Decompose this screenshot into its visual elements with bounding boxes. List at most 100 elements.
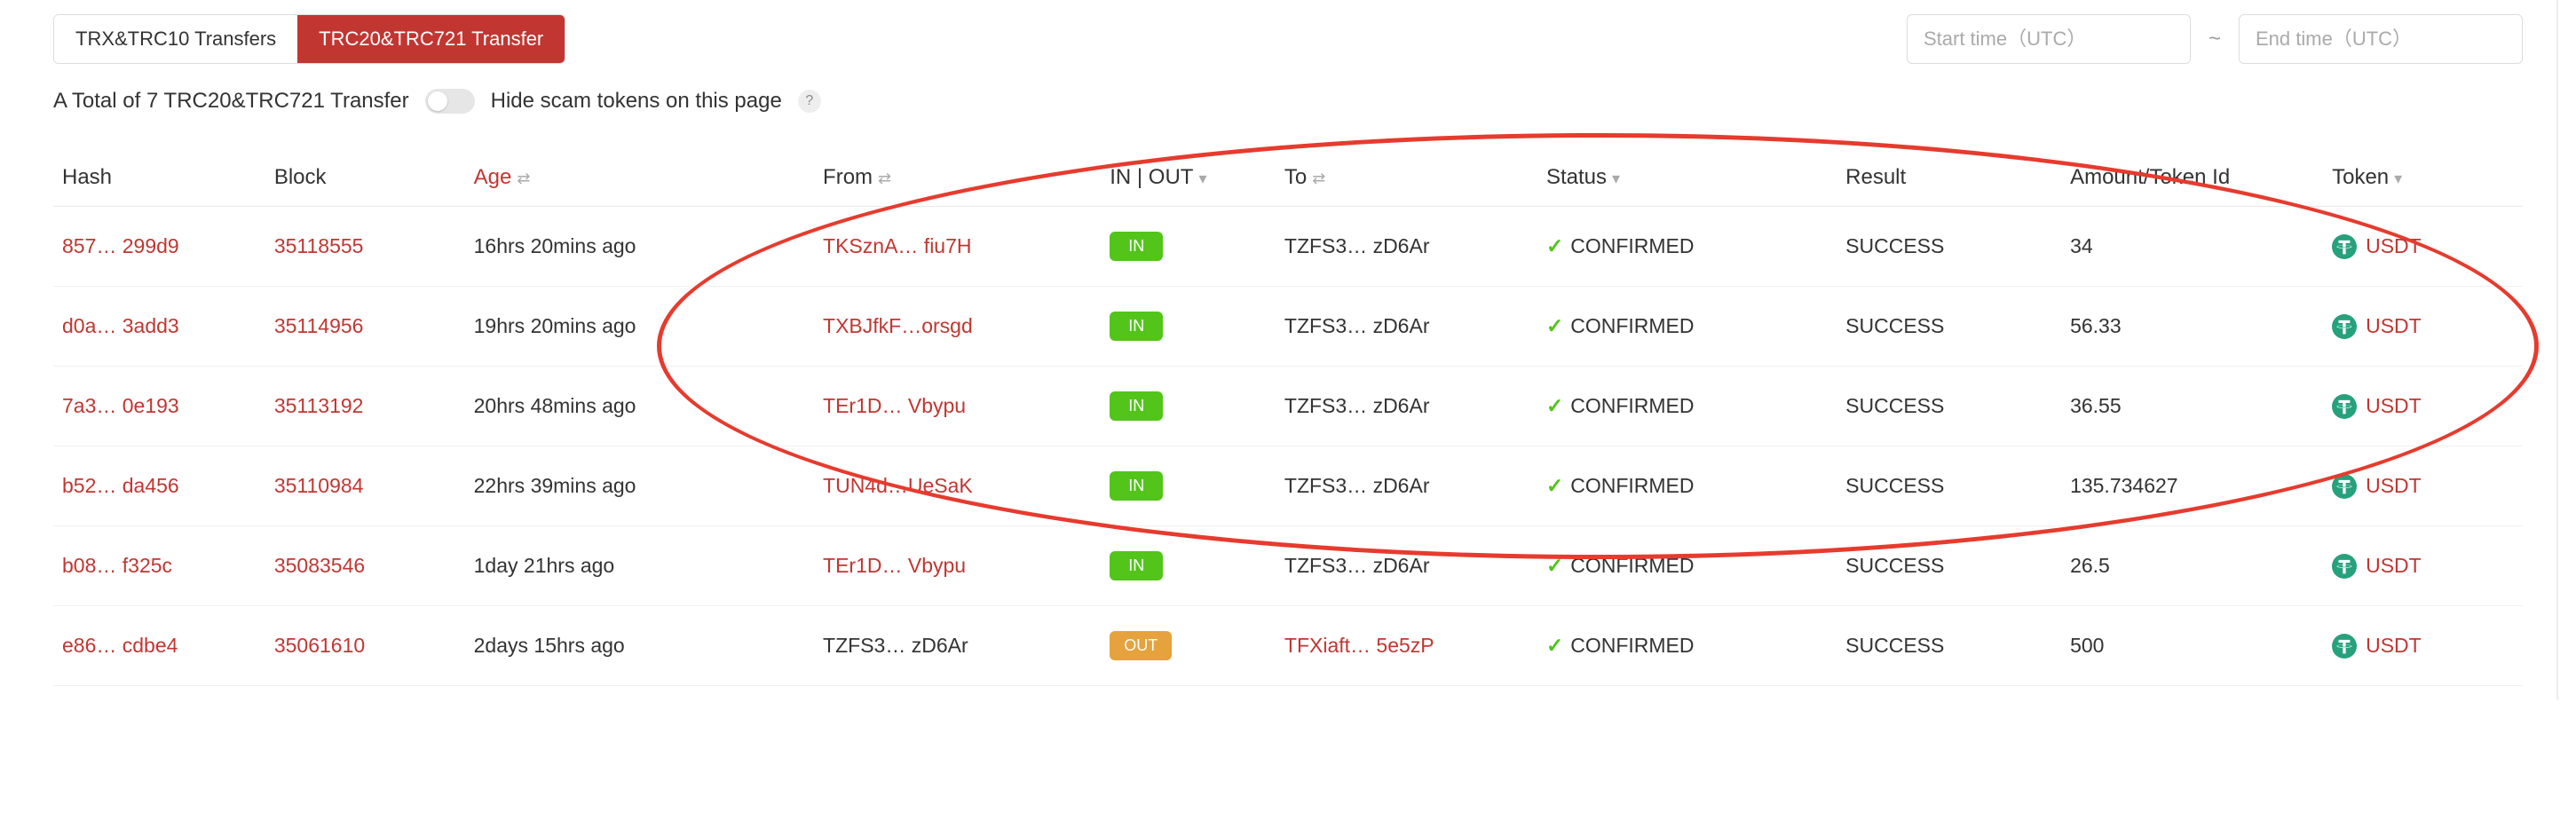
hash-link[interactable]: d0a… 3add3 <box>62 314 179 337</box>
token-name[interactable]: USDT <box>2366 474 2422 498</box>
result-text: SUCCESS <box>1845 634 1944 657</box>
amount-text: 56.33 <box>2070 314 2122 337</box>
status-text: CONFIRMED <box>1570 554 1694 577</box>
tab-trc20-trc721[interactable]: TRC20&TRC721 Transfer <box>297 15 565 63</box>
age-text: 1day 21hrs ago <box>474 554 615 577</box>
th-result: Result <box>1845 165 1906 189</box>
block-link[interactable]: 35114956 <box>274 314 364 337</box>
io-badge: IN <box>1110 232 1163 261</box>
token-name[interactable]: USDT <box>2366 634 2422 658</box>
to-address: TZFS3… zD6Ar <box>1284 474 1430 497</box>
transfers-table: Hash Block Age⇄ From⇄ IN | OUT▾ To⇄ Stat… <box>53 149 2523 686</box>
date-range-separator: ~ <box>2209 27 2221 51</box>
caret-down-icon[interactable]: ▾ <box>1612 170 1620 187</box>
check-icon: ✓ <box>1546 314 1563 337</box>
total-count-text: A Total of 7 TRC20&TRC721 Transfer <box>53 89 409 114</box>
result-text: SUCCESS <box>1845 554 1944 577</box>
token-name[interactable]: USDT <box>2366 314 2422 338</box>
result-text: SUCCESS <box>1845 314 1944 337</box>
io-badge: IN <box>1110 551 1163 580</box>
filter-icon[interactable]: ⇄ <box>1312 170 1325 187</box>
token-cell[interactable]: USDT <box>2332 474 2514 499</box>
help-icon[interactable]: ? <box>798 90 821 113</box>
th-status[interactable]: Status <box>1546 165 1607 189</box>
from-address[interactable]: TXBJfkF…orsgd <box>823 314 973 337</box>
table-row: 857… 299d9 35118555 16hrs 20mins ago TKS… <box>53 207 2523 287</box>
from-address[interactable]: TEr1D… Vbypu <box>823 554 966 577</box>
token-name[interactable]: USDT <box>2366 394 2422 418</box>
caret-down-icon[interactable]: ▾ <box>1198 170 1206 187</box>
from-address[interactable]: TUN4d…UeSaK <box>823 474 973 497</box>
tab-trx-trc10[interactable]: TRX&TRC10 Transfers <box>54 15 297 63</box>
usdt-icon <box>2332 634 2357 659</box>
token-name[interactable]: USDT <box>2366 554 2422 578</box>
token-cell[interactable]: USDT <box>2332 554 2514 579</box>
token-cell[interactable]: USDT <box>2332 234 2514 259</box>
from-address[interactable]: TKSznA… fiu7H <box>823 234 971 257</box>
to-address: TZFS3… zD6Ar <box>1284 554 1430 577</box>
filter-icon[interactable]: ⇄ <box>878 170 891 187</box>
hide-scam-toggle[interactable] <box>425 89 475 114</box>
table-row: b52… da456 35110984 22hrs 39mins ago TUN… <box>53 446 2523 526</box>
transfer-tabs: TRX&TRC10 Transfers TRC20&TRC721 Transfe… <box>53 14 565 64</box>
hash-link[interactable]: e86… cdbe4 <box>62 634 178 657</box>
age-text: 20hrs 48mins ago <box>474 394 636 417</box>
hash-link[interactable]: b08… f325c <box>62 554 172 577</box>
token-cell[interactable]: USDT <box>2332 314 2514 339</box>
block-link[interactable]: 35061610 <box>274 634 365 657</box>
block-link[interactable]: 35083546 <box>274 554 365 577</box>
start-time-input[interactable] <box>1907 14 2191 64</box>
block-link[interactable]: 35118555 <box>274 234 364 257</box>
th-inout[interactable]: IN | OUT <box>1110 165 1193 189</box>
age-text: 16hrs 20mins ago <box>474 234 636 257</box>
status-text: CONFIRMED <box>1570 634 1694 657</box>
amount-text: 34 <box>2070 234 2093 257</box>
th-from: From <box>823 165 873 189</box>
table-row: 7a3… 0e193 35113192 20hrs 48mins ago TEr… <box>53 367 2523 446</box>
from-address: TZFS3… zD6Ar <box>823 634 968 657</box>
th-to: To <box>1284 165 1307 189</box>
table-row: e86… cdbe4 35061610 2days 15hrs ago TZFS… <box>53 606 2523 686</box>
from-address[interactable]: TEr1D… Vbypu <box>823 394 966 417</box>
check-icon: ✓ <box>1546 394 1563 417</box>
status-text: CONFIRMED <box>1570 394 1694 417</box>
io-badge: IN <box>1110 471 1163 501</box>
to-address[interactable]: TFXiaft… 5e5zP <box>1284 634 1434 657</box>
block-link[interactable]: 35110984 <box>274 474 364 497</box>
status-text: CONFIRMED <box>1570 314 1694 337</box>
age-text: 22hrs 39mins ago <box>474 474 636 497</box>
hash-link[interactable]: b52… da456 <box>62 474 179 497</box>
token-name[interactable]: USDT <box>2366 234 2422 258</box>
caret-down-icon[interactable]: ▾ <box>2394 170 2402 187</box>
age-text: 2days 15hrs ago <box>474 634 625 657</box>
io-badge: IN <box>1110 391 1163 421</box>
end-time-input[interactable] <box>2239 14 2523 64</box>
swap-icon[interactable]: ⇄ <box>517 170 530 187</box>
usdt-icon <box>2332 394 2357 419</box>
th-age[interactable]: Age <box>474 165 512 189</box>
token-cell[interactable]: USDT <box>2332 394 2514 419</box>
to-address: TZFS3… zD6Ar <box>1284 314 1430 337</box>
to-address: TZFS3… zD6Ar <box>1284 234 1430 257</box>
th-token[interactable]: Token <box>2332 165 2389 189</box>
amount-text: 26.5 <box>2070 554 2110 577</box>
hash-link[interactable]: 7a3… 0e193 <box>62 394 179 417</box>
usdt-icon <box>2332 314 2357 339</box>
status-text: CONFIRMED <box>1570 234 1694 257</box>
age-text: 19hrs 20mins ago <box>474 314 636 337</box>
block-link[interactable]: 35113192 <box>274 394 364 417</box>
amount-text: 135.734627 <box>2070 474 2178 497</box>
result-text: SUCCESS <box>1845 474 1944 497</box>
usdt-icon <box>2332 234 2357 259</box>
amount-text: 500 <box>2070 634 2104 657</box>
usdt-icon <box>2332 554 2357 579</box>
hash-link[interactable]: 857… 299d9 <box>62 234 179 257</box>
hide-scam-label: Hide scam tokens on this page <box>491 89 782 114</box>
th-block: Block <box>274 165 327 189</box>
check-icon: ✓ <box>1546 474 1563 497</box>
status-text: CONFIRMED <box>1570 474 1694 497</box>
token-cell[interactable]: USDT <box>2332 634 2514 659</box>
date-filter-group: ~ <box>1907 14 2523 64</box>
usdt-icon <box>2332 474 2357 499</box>
io-badge: IN <box>1110 312 1163 341</box>
